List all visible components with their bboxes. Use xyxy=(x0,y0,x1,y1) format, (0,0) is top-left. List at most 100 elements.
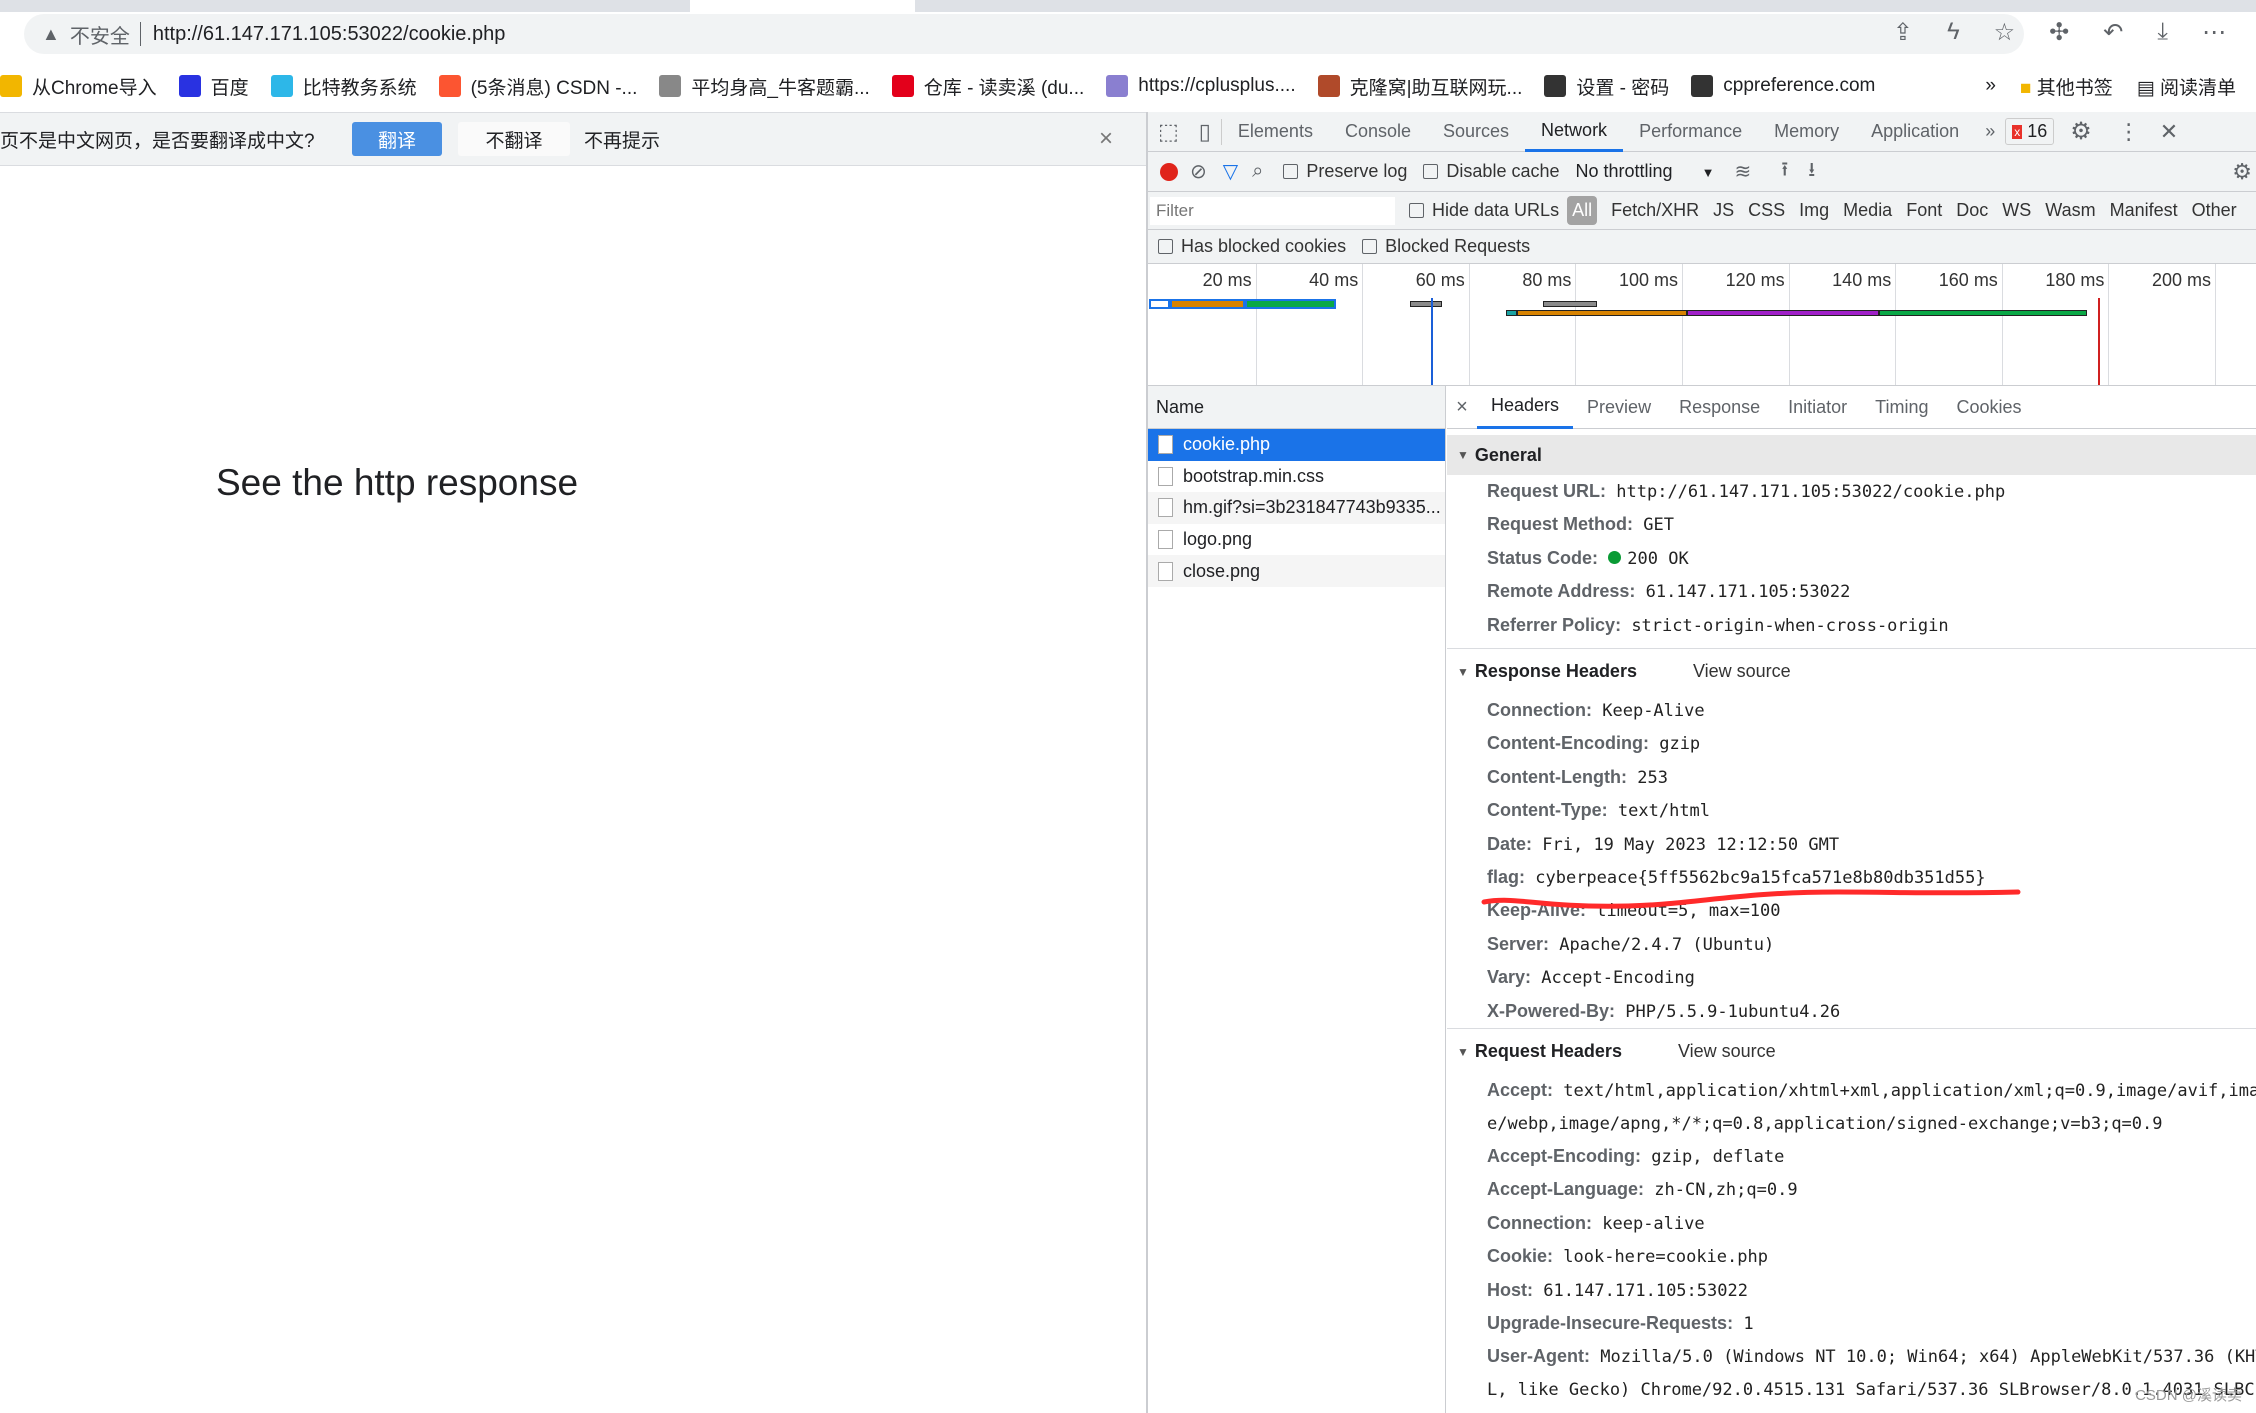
active-tab[interactable] xyxy=(690,0,915,12)
tab-memory[interactable]: Memory xyxy=(1758,112,1855,152)
filter-type-ws[interactable]: WS xyxy=(2002,200,2031,221)
filter-type-fetch-xhr[interactable]: Fetch/XHR xyxy=(1611,200,1699,221)
filter-input[interactable] xyxy=(1150,196,1395,225)
bookmark-item[interactable]: 克隆窝|助互联网玩... xyxy=(1317,73,1522,100)
url-text[interactable]: http://61.147.171.105:53022/cookie.php xyxy=(153,23,506,46)
timeline-tick-label: 160 ms xyxy=(1938,270,1998,290)
other-bookmarks-label: 其他书签 xyxy=(2036,77,2113,99)
header-name: Connection: xyxy=(1487,700,1592,721)
filter-type-manifest[interactable]: Manifest xyxy=(2110,200,2178,221)
detail-tab-timing[interactable]: Timing xyxy=(1861,386,1942,429)
general-section-header[interactable]: ▼ General xyxy=(1447,435,2256,475)
bookmark-item[interactable]: (5条消息) CSDN -... xyxy=(438,73,637,100)
dont-translate-button[interactable]: 不翻译 xyxy=(458,122,570,156)
close-details-icon[interactable]: × xyxy=(1447,396,1477,419)
more-tabs-button[interactable]: » xyxy=(1975,121,2005,142)
bookmark-item[interactable]: 比特教务系统 xyxy=(270,73,417,100)
inspect-icon[interactable]: ⬚ xyxy=(1148,119,1189,145)
network-conditions-icon[interactable]: ≋ xyxy=(1734,159,1751,184)
request-row[interactable]: close.png xyxy=(1148,555,1445,587)
filter-type-img[interactable]: Img xyxy=(1799,200,1829,221)
detail-tab-initiator[interactable]: Initiator xyxy=(1774,386,1861,429)
reading-list[interactable]: ▤ 阅读清单 xyxy=(2137,73,2236,100)
tab-application[interactable]: Application xyxy=(1855,112,1975,152)
filter-type-font[interactable]: Font xyxy=(1906,200,1942,221)
disable-cache-checkbox[interactable]: Disable cache xyxy=(1423,161,1559,182)
header-value: Apache/2.4.7 (Ubuntu) xyxy=(1559,934,1775,955)
throttling-select[interactable]: No throttling ▼ xyxy=(1575,161,1714,182)
response-headers-section-header[interactable]: ▼ Response Headers View source xyxy=(1447,648,2256,694)
filter-type-other[interactable]: Other xyxy=(2192,200,2237,221)
tab-sources[interactable]: Sources xyxy=(1427,112,1525,152)
request-row[interactable]: cookie.php xyxy=(1148,429,1445,461)
bookmark-label: 从Chrome导入 xyxy=(32,77,157,99)
more-options-icon[interactable]: ⋮ xyxy=(2108,119,2150,145)
filter-row: Hide data URLs All Fetch/XHR JS CSS Img Media… xyxy=(1148,192,2256,230)
filter-type-doc[interactable]: Doc xyxy=(1956,200,1988,221)
bookmark-label: 仓库 - 读卖溪 (du... xyxy=(923,77,1085,99)
bookmark-item[interactable]: 设置 - 密码 xyxy=(1544,73,1669,100)
download-icon[interactable]: ⤓ xyxy=(2157,18,2168,47)
blocked-requests-checkbox[interactable]: Blocked Requests xyxy=(1362,236,1530,257)
bookmark-item[interactable]: 平均身高_牛客题霸... xyxy=(659,73,870,100)
bookmark-item[interactable]: 从Chrome导入 xyxy=(0,73,157,100)
header-line: Cookie: look-here=cookie.php xyxy=(1447,1240,2256,1273)
view-source-link[interactable]: View source xyxy=(1693,661,1791,682)
security-label[interactable]: 不安全 xyxy=(70,20,130,49)
clear-icon[interactable]: ⊘ xyxy=(1190,159,1207,184)
tab-console[interactable]: Console xyxy=(1329,112,1427,152)
detail-tab-response[interactable]: Response xyxy=(1665,386,1774,429)
translate-button[interactable]: 翻译 xyxy=(352,122,442,156)
undo-icon[interactable]: ↶ xyxy=(2103,18,2123,47)
bookmark-item[interactable]: cppreference.com xyxy=(1691,75,1875,97)
settings-icon[interactable]: ⚙ xyxy=(2054,117,2108,146)
other-bookmarks[interactable]: ■ 其他书签 xyxy=(2020,73,2113,100)
share-icon[interactable]: ⇪ xyxy=(1893,18,1913,47)
menu-icon[interactable]: ⋯ xyxy=(2202,18,2226,47)
star-icon[interactable]: ☆ xyxy=(1994,18,2016,47)
has-blocked-cookies-checkbox[interactable]: Has blocked cookies xyxy=(1158,236,1346,257)
tab-elements[interactable]: Elements xyxy=(1222,112,1329,152)
tab-network[interactable]: Network xyxy=(1525,112,1624,152)
extensions-icon[interactable]: ✣ xyxy=(2049,18,2069,47)
close-icon[interactable]: × xyxy=(1099,125,1113,153)
request-row[interactable]: hm.gif?si=3b231847743b9335... xyxy=(1148,492,1445,524)
filter-type-media[interactable]: Media xyxy=(1843,200,1892,221)
record-icon[interactable] xyxy=(1160,162,1178,181)
address-bar[interactable]: ▲ 不安全 http://61.147.171.105:53022/cookie… xyxy=(24,14,2024,54)
search-icon[interactable]: ⌕ xyxy=(1252,160,1263,183)
more-bookmarks-button[interactable]: » xyxy=(1985,75,1996,97)
bookmark-label: https://cplusplus.... xyxy=(1138,75,1296,96)
detail-tab-cookies[interactable]: Cookies xyxy=(1943,386,2036,429)
network-settings-icon[interactable]: ⚙ xyxy=(2232,159,2252,185)
preserve-log-checkbox[interactable]: Preserve log xyxy=(1283,161,1407,182)
filter-type-js[interactable]: JS xyxy=(1713,200,1734,221)
view-source-link[interactable]: View source xyxy=(1678,1041,1776,1062)
device-toolbar-icon[interactable]: ▯ xyxy=(1189,118,1222,145)
filter-icon[interactable]: ▽ xyxy=(1223,159,1238,184)
export-har-icon[interactable]: ⭳ xyxy=(1808,155,1815,189)
bookmark-item[interactable]: 仓库 - 读卖溪 (du... xyxy=(891,73,1085,100)
request-row[interactable]: logo.png xyxy=(1148,524,1445,556)
request-row[interactable]: bootstrap.min.css xyxy=(1148,461,1445,493)
never-translate-button[interactable]: 不再提示 xyxy=(584,126,660,153)
detail-tab-preview[interactable]: Preview xyxy=(1573,386,1665,429)
network-overview-timeline[interactable]: 20 ms 40 ms 60 ms 80 ms 100 ms 120 ms 140 ms 16… xyxy=(1148,264,2256,386)
filter-type-wasm[interactable]: Wasm xyxy=(2045,200,2095,221)
filter-type-all[interactable]: All xyxy=(1567,196,1598,225)
filter-type-css[interactable]: CSS xyxy=(1748,200,1785,221)
preserve-log-label: Preserve log xyxy=(1306,161,1408,181)
error-count-badge[interactable]: x 16 xyxy=(2005,118,2055,145)
hide-data-urls-checkbox[interactable]: Hide data URLs xyxy=(1409,200,1559,221)
name-column-header[interactable]: Name xyxy=(1148,386,1445,429)
bookmark-item[interactable]: https://cplusplus.... xyxy=(1106,75,1296,97)
tab-performance[interactable]: Performance xyxy=(1623,112,1758,152)
import-har-icon[interactable]: ⭱ xyxy=(1781,155,1788,189)
bookmark-item[interactable]: 百度 xyxy=(178,73,249,100)
request-headers-section-header[interactable]: ▼ Request Headers View source xyxy=(1447,1028,2256,1074)
response-headers-section-title: Response Headers xyxy=(1474,661,1637,682)
warning-icon[interactable]: ▲ xyxy=(42,24,60,45)
lightning-icon[interactable]: ϟ xyxy=(1947,18,1960,47)
detail-tab-headers[interactable]: Headers xyxy=(1477,386,1574,429)
close-devtools-icon[interactable]: ✕ xyxy=(2150,119,2188,145)
